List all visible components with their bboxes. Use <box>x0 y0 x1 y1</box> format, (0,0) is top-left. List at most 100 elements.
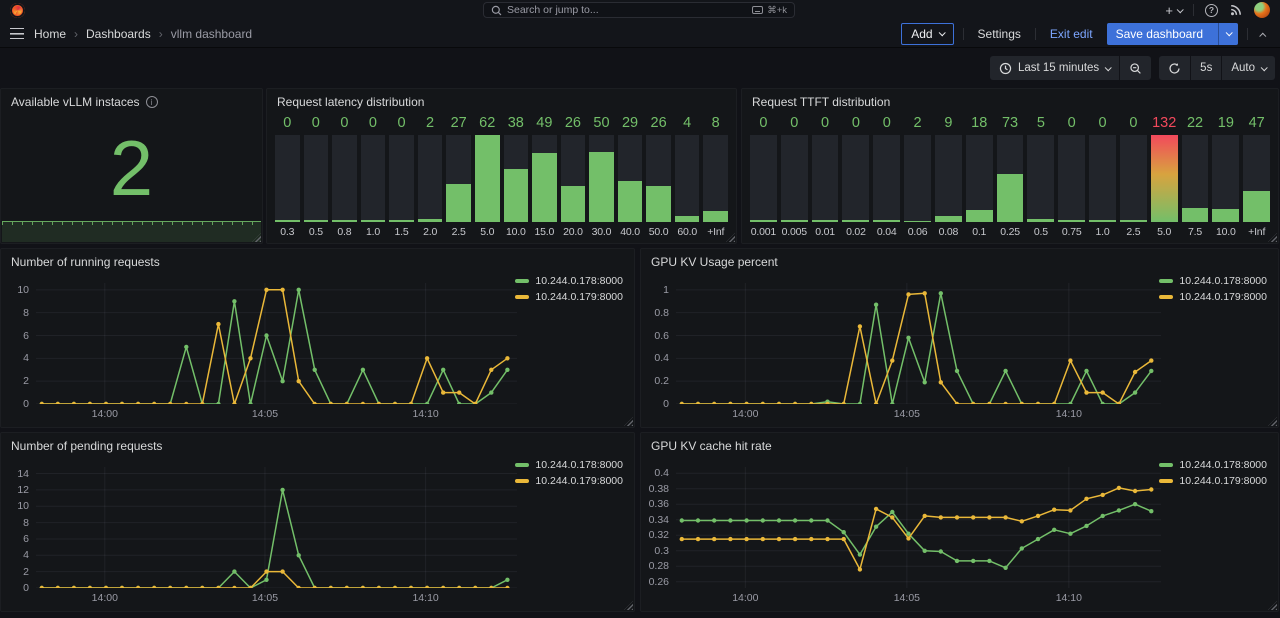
series-point <box>971 515 975 519</box>
auto-refresh-picker[interactable]: Auto <box>1221 56 1275 80</box>
timeseries-plot[interactable] <box>36 283 517 404</box>
series-point <box>505 578 509 582</box>
legend-item[interactable]: 10.244.0.179:8000 <box>1159 291 1267 303</box>
series-point <box>409 586 413 588</box>
grafana-logo-icon[interactable] <box>10 3 25 18</box>
legend-swatch-icon <box>515 295 529 299</box>
series-point <box>136 586 140 588</box>
legend-item[interactable]: 10.244.0.179:8000 <box>515 291 623 303</box>
series-point <box>1068 508 1072 512</box>
series-point <box>1149 358 1153 362</box>
panel-running-requests: Number of running requests 024681014:001… <box>0 248 635 428</box>
bar-category-label: 0.5 <box>1027 222 1054 237</box>
plot-area[interactable] <box>36 467 517 588</box>
series-point <box>923 549 927 553</box>
series-point <box>761 537 765 541</box>
legend-item[interactable]: 10.244.0.179:8000 <box>515 475 623 487</box>
keyboard-icon <box>752 6 763 14</box>
bar-value-label: 0 <box>389 115 414 132</box>
timeseries-plot[interactable] <box>676 467 1161 588</box>
search-shortcut: ⌘+k <box>767 5 787 16</box>
bar-value-label: 132 <box>1151 115 1178 132</box>
bar-column: 22.0 <box>418 115 443 237</box>
series-point <box>728 537 732 541</box>
help-icon[interactable]: ? <box>1205 4 1218 17</box>
refresh-button[interactable] <box>1159 56 1190 80</box>
timeseries-plot[interactable] <box>36 467 517 588</box>
bar-column: 00.005 <box>781 115 808 237</box>
bar-column: 730.25 <box>997 115 1024 237</box>
series-point <box>505 586 509 588</box>
panel-title[interactable]: GPU KV Usage percent <box>641 249 1278 275</box>
search-icon <box>491 5 502 16</box>
bar-fill <box>1120 220 1147 222</box>
bar-column: 625.0 <box>475 115 500 237</box>
series-point <box>489 368 493 372</box>
series-point <box>923 514 927 518</box>
legend-item[interactable]: 10.244.0.178:8000 <box>1159 459 1267 471</box>
save-dashboard-button[interactable]: Save dashboard <box>1107 23 1238 45</box>
series-point <box>361 586 365 588</box>
bar-track <box>589 135 614 222</box>
chevron-down-icon <box>938 29 945 36</box>
legend-item[interactable]: 10.244.0.178:8000 <box>515 459 623 471</box>
breadcrumb-dashboards[interactable]: Dashboards <box>86 27 151 41</box>
exit-edit-button[interactable]: Exit edit <box>1045 23 1098 45</box>
legend: 10.244.0.178:8000 10.244.0.179:8000 <box>1159 459 1267 487</box>
panel-title[interactable]: Number of pending requests <box>1 433 634 459</box>
panel-kv-cache-hit-rate: GPU KV cache hit rate 0.260.280.30.320.3… <box>640 432 1279 612</box>
panel-title[interactable]: Available vLLM instacesi <box>1 89 262 115</box>
user-avatar[interactable] <box>1254 2 1270 18</box>
plot-area[interactable] <box>676 467 1161 588</box>
menu-icon[interactable] <box>10 28 24 39</box>
series-point <box>825 537 829 541</box>
new-button[interactable]: + <box>1165 3 1182 18</box>
bar-fill <box>966 210 993 222</box>
legend-item[interactable]: 10.244.0.178:8000 <box>515 275 623 287</box>
bar-fill <box>618 181 643 222</box>
bar-fill <box>418 219 443 222</box>
panel-title[interactable]: Request TTFT distribution <box>742 89 1278 115</box>
breadcrumb-home[interactable]: Home <box>34 27 66 41</box>
y-axis-tick-label: 2 <box>2 375 29 387</box>
bar-fill <box>812 220 839 222</box>
legend-item[interactable]: 10.244.0.179:8000 <box>1159 475 1267 487</box>
bar-value-label: 0 <box>332 115 357 132</box>
bar-track <box>675 135 700 222</box>
series-point <box>136 402 140 404</box>
save-options-toggle[interactable] <box>1218 23 1238 45</box>
refresh-interval[interactable]: 5s <box>1190 56 1221 80</box>
plot-area[interactable] <box>36 283 517 404</box>
panel-title[interactable]: Number of running requests <box>1 249 634 275</box>
bar-track <box>812 135 839 222</box>
collapse-toolbar-button[interactable] <box>1257 25 1270 43</box>
bar-category-label: +Inf <box>703 222 728 237</box>
series-point <box>232 402 236 404</box>
zoom-out-button[interactable] <box>1119 56 1151 80</box>
timeseries-plot[interactable] <box>676 283 1161 404</box>
news-icon[interactable] <box>1229 3 1243 17</box>
legend-item[interactable]: 10.244.0.178:8000 <box>1159 275 1267 287</box>
panel-title[interactable]: GPU KV cache hit rate <box>641 433 1278 459</box>
panel-title[interactable]: Request latency distribution <box>267 89 736 115</box>
bar-value-label: 0 <box>361 115 386 132</box>
series-point <box>842 530 846 534</box>
timeseries-chart: 0246810121414:0014:0514:1010.244.0.178:8… <box>2 459 633 610</box>
divider <box>1247 28 1248 40</box>
bar-category-label: 0.25 <box>997 222 1024 237</box>
bar-column: 1325.0 <box>1151 115 1178 237</box>
series-point <box>858 324 862 328</box>
add-button[interactable]: Add <box>901 23 953 45</box>
bar-category-label: 2.5 <box>1120 222 1147 237</box>
search-input[interactable]: Search or jump to... ⌘+k <box>483 2 795 18</box>
time-range-picker[interactable]: Last 15 minutes <box>990 56 1119 80</box>
series-point <box>409 402 413 404</box>
info-icon[interactable]: i <box>146 96 158 108</box>
y-axis-tick-label: 0 <box>2 582 29 594</box>
series-point <box>216 402 220 404</box>
plot-area[interactable] <box>676 283 1161 404</box>
bar-column: 180.1 <box>966 115 993 237</box>
series-point <box>168 586 172 588</box>
settings-button[interactable]: Settings <box>973 23 1026 45</box>
bar-category-label: 10.0 <box>504 222 529 237</box>
